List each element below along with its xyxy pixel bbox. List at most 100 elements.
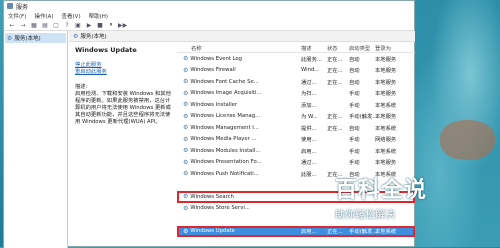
pause-service-icon[interactable]: ⏸	[107, 21, 115, 29]
gear-icon: ⚙	[7, 34, 13, 42]
menu-help[interactable]: 帮助(H)	[89, 12, 108, 20]
cell-logon: 网络服务	[375, 135, 415, 143]
cell-text: Windows Event Log	[190, 55, 243, 62]
column-log-on-as[interactable]: 登录为	[375, 44, 415, 52]
restart-service-icon[interactable]: ▶▶	[118, 22, 127, 29]
cell-desc: 使用...	[301, 135, 327, 143]
column-startup-type[interactable]: 启动类型	[349, 44, 375, 52]
menu-view[interactable]: 查看(V)	[62, 12, 81, 20]
back-icon[interactable]: ←	[8, 22, 16, 29]
gear-icon: ⚙	[183, 124, 189, 132]
console-tree: ⚙ 服务(本地)	[4, 31, 68, 248]
cell-logon: 本地系统	[375, 124, 415, 132]
cell-text: 本地服务	[375, 91, 397, 98]
cell-startup: 自动	[349, 78, 375, 86]
column-description[interactable]: 描述	[301, 44, 327, 52]
stop-service-icon[interactable]: ■	[96, 22, 104, 29]
description-text: 启用检测、下载和安装 Windows 和其他程序的更新。如果此服务被禁用，这台计…	[75, 91, 171, 125]
tree-item-label: 服务(本地)	[14, 36, 41, 42]
description-heading: 描述:	[75, 84, 88, 90]
table-row[interactable]: ⚙ Windows Modules Install... 启用... 手动 本地系统	[177, 145, 415, 157]
cell-logon: 本地服务	[375, 55, 415, 63]
cell-startup: 手动	[349, 147, 375, 155]
column-name[interactable]: 名称	[177, 44, 301, 52]
cell-text: Windows Modules Install...	[190, 147, 261, 154]
table-row[interactable]: ⚙ Windows License Manag... 为 W... 正在... 手动(触…	[177, 111, 415, 123]
column-headers: 名称 描述 状态 启动类型 登录为	[177, 43, 415, 53]
cell-name: ⚙ Windows Presentation Fo...	[177, 159, 301, 166]
cell-name: ⚙ Windows Media Player ...	[177, 136, 301, 143]
table-row[interactable]: ⚙ Windows Management I... 提供... 正在... 自动 本地系统	[177, 122, 415, 134]
cell-startup: 手动	[349, 89, 375, 97]
cell-logon: 本地服务	[375, 66, 415, 74]
gear-icon: ⚙	[183, 101, 189, 109]
cell-logon: 本地系统	[375, 227, 415, 235]
menu-action[interactable]: 操作(A)	[34, 12, 53, 20]
watermark-subtitle: 助你轻松解决	[335, 210, 395, 221]
table-row[interactable]: ⚙ Windows Firewall Wind... 正在... 自动 本地服务	[177, 65, 415, 77]
cell-text: 正在...	[327, 68, 343, 75]
gear-icon: ⚙	[183, 147, 189, 155]
cell-status: 正在...	[327, 78, 349, 86]
cell-text: 自动	[349, 125, 360, 132]
restart-service-link[interactable]: 重启动此服务	[75, 69, 107, 75]
cell-name: ⚙ Windows Image Acquisiti...	[177, 90, 301, 97]
cell-text: 手动	[349, 137, 360, 144]
cell-text: 正在...	[327, 79, 343, 86]
cell-logon: 本地系统	[375, 147, 415, 155]
forward-icon[interactable]: →	[19, 22, 27, 29]
refresh-icon[interactable]: ▢	[52, 22, 60, 29]
cell-startup: 手动	[349, 101, 375, 109]
cell-text: 本地服务	[375, 68, 397, 75]
table-row[interactable]: ⚙ Windows Event Log 此服务... 正在... 自动 本地服务	[177, 53, 415, 65]
menu-file[interactable]: 文件(F)	[8, 12, 26, 20]
cell-text: 本地服务	[375, 160, 397, 167]
start-service-icon[interactable]: ▶	[85, 22, 93, 29]
cell-startup: 手动(触发...	[349, 112, 377, 120]
gear-icon: ⚙	[183, 193, 189, 201]
help-icon[interactable]: ?	[63, 22, 71, 29]
cell-text: 正在...	[327, 114, 343, 121]
cell-text: 为扫...	[301, 91, 317, 98]
gear-icon: ⚙	[183, 112, 189, 120]
cell-desc: 此服务...	[301, 55, 327, 63]
cell-text: 正在...	[327, 229, 343, 236]
tree-item-services-local[interactable]: ⚙ 服务(本地)	[5, 33, 66, 43]
cell-text: 正在...	[327, 125, 343, 132]
cell-text: Windows Presentation Fo...	[190, 159, 262, 166]
cell-desc: 启用...	[301, 147, 327, 155]
table-row[interactable]: ⚙ Windows Update 启用... 正在... 手动(触发... 本地系统	[177, 225, 415, 237]
selected-service-name: Windows Update	[75, 46, 137, 54]
cell-text: 本地系统	[375, 125, 397, 132]
cell-status: 正在...	[327, 66, 349, 74]
gear-icon: ⚙	[183, 89, 189, 97]
table-row[interactable]: ⚙ Windows Font Cache Se... 通过... 正在... 自动 本地服…	[177, 76, 415, 88]
cell-text: Wind...	[301, 67, 320, 74]
table-row[interactable]: ⚙ Windows Media Player ... 使用... 手动 网络服务	[177, 134, 415, 146]
table-row[interactable]: ⚙ Windows Presentation Fo... 通过... 手动 本地服务	[177, 157, 415, 169]
cell-text: 本地系统	[375, 148, 397, 155]
list-view-icon[interactable]: ▤	[41, 22, 49, 29]
cell-text: 手动	[349, 160, 360, 167]
pane-header: ⚙ 服务(本地)	[69, 31, 415, 42]
cell-name: ⚙ Windows Event Log	[177, 55, 301, 62]
console-tree-icon[interactable]: ▦	[30, 22, 38, 29]
stop-service-link[interactable]: 停止此服务	[75, 62, 102, 68]
column-status[interactable]: 状态	[327, 44, 349, 52]
cell-text: Windows Media Player ...	[190, 136, 257, 143]
cell-text: 自动	[349, 79, 360, 86]
table-row[interactable]: ⚙ Windows Image Acquisiti... 为扫... 手动 本地服务	[177, 88, 415, 100]
cell-startup: 自动	[349, 124, 375, 132]
cell-text: 自动	[349, 68, 360, 75]
cell-desc: 启用...	[301, 227, 327, 235]
table-row[interactable]: ⚙ Windows Installer 添加... 手动 本地系统	[177, 99, 415, 111]
gear-icon: ⚙	[183, 227, 189, 235]
cell-desc: Wind...	[301, 67, 327, 73]
gear-icon: ⚙	[73, 32, 79, 40]
properties-icon[interactable]: ▣	[74, 22, 82, 29]
cell-text: Windows Firewall	[190, 67, 236, 74]
cell-name: ⚙ Windows Modules Install...	[177, 147, 301, 154]
cell-text: 自动	[349, 56, 360, 63]
window-title: 服务	[16, 3, 29, 11]
cell-text: 此服...	[301, 171, 317, 178]
